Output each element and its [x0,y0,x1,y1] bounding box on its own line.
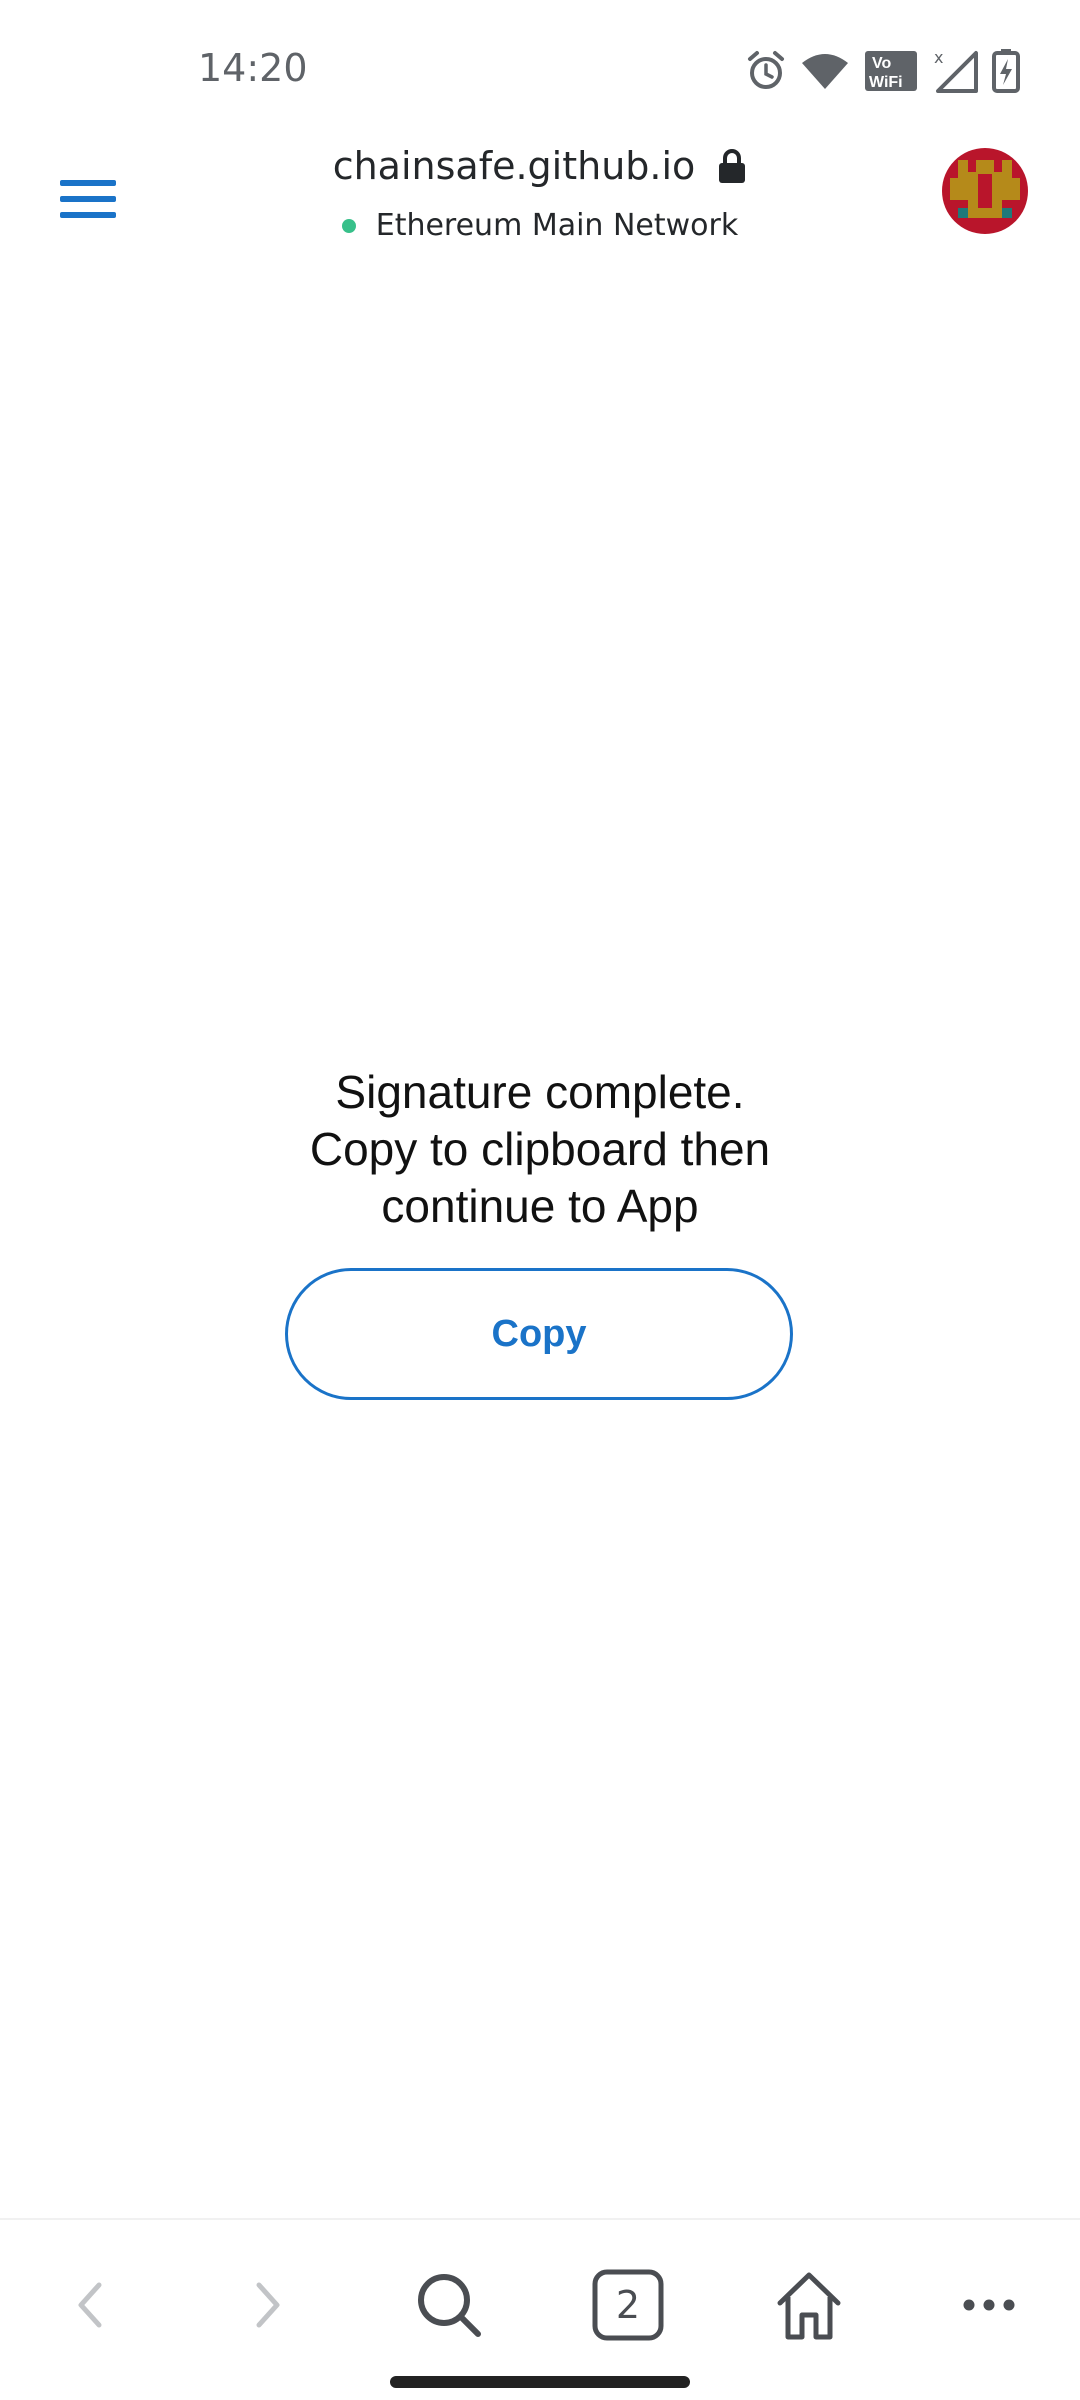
home-indicator[interactable] [390,2376,690,2388]
tabs-icon[interactable]: 2 [583,2260,673,2350]
wifi-icon [802,54,848,89]
account-avatar[interactable] [942,148,1028,234]
forward-icon[interactable] [222,2260,312,2350]
status-bar: 14:20 Vo WiFi x [0,0,1080,140]
copy-button[interactable]: Copy [285,1268,793,1400]
url-row: chainsafe.github.io [333,144,748,188]
svg-text:Vo: Vo [872,55,891,72]
svg-text:x: x [934,49,943,67]
hamburger-menu-icon[interactable] [60,176,122,224]
bottom-navigation: 2 [0,2218,1080,2400]
url-bar[interactable]: chainsafe.github.io Ethereum Main Networ… [200,140,880,243]
status-icons: Vo WiFi x [746,48,1020,94]
alarm-icon [748,51,784,89]
battery-charging-icon [992,49,1020,93]
search-icon[interactable] [404,2260,494,2350]
url-text: chainsafe.github.io [332,144,696,188]
screen: 14:20 Vo WiFi x chainsafe.github.io Ethe… [0,0,1080,2400]
tabs-count: 2 [615,2283,641,2327]
back-icon[interactable] [46,2260,136,2350]
vowifi-icon: Vo WiFi [865,51,917,91]
network-name: Ethereum Main Network [375,208,739,243]
network-status-dot [341,218,356,233]
lock-icon [719,149,746,183]
status-time: 14:20 [198,46,308,90]
home-icon[interactable] [764,2260,854,2350]
network-indicator: Ethereum Main Network [341,208,739,243]
more-icon[interactable] [944,2260,1034,2350]
signal-icon: x [934,49,978,93]
browser-header: chainsafe.github.io Ethereum Main Networ… [0,140,1080,270]
svg-text:WiFi: WiFi [869,74,903,91]
signature-message: Signature complete. Copy to clipboard th… [309,1066,771,1232]
